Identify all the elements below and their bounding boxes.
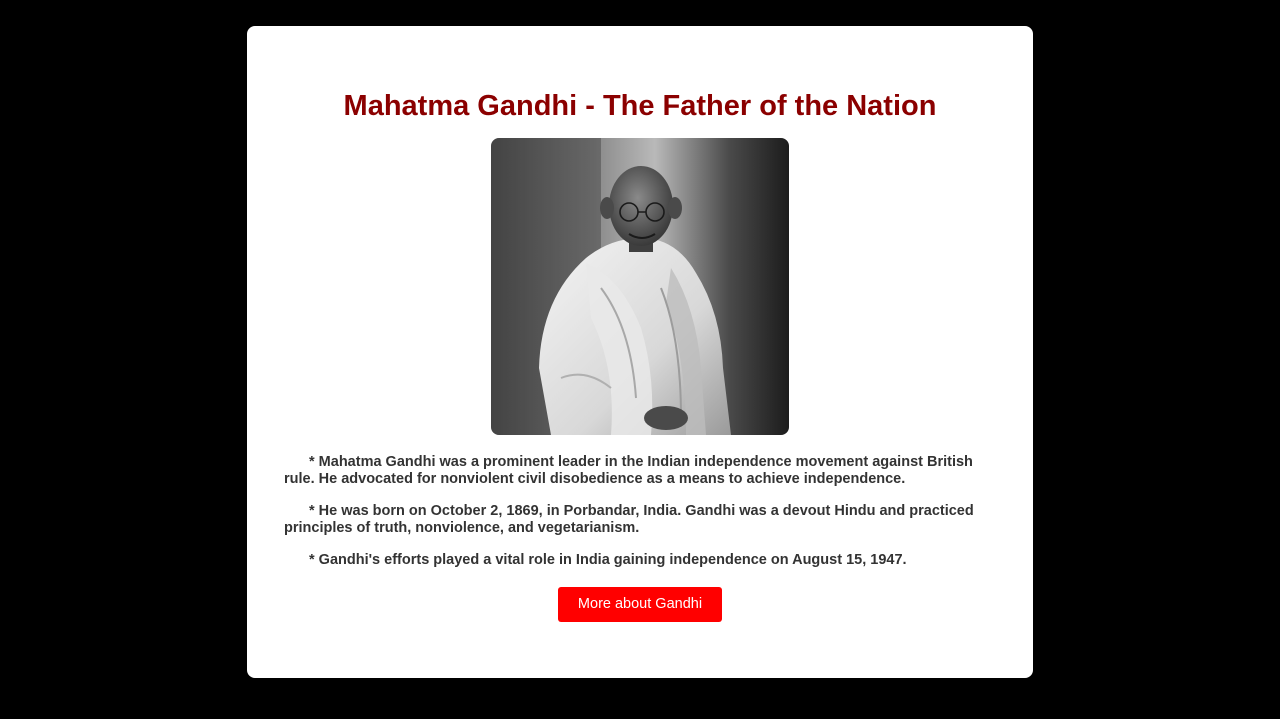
description-paragraph: * Mahatma Gandhi was a prominent leader …	[284, 454, 973, 487]
more-about-gandhi-button[interactable]: More about Gandhi	[558, 587, 722, 622]
description-paragraph: * He was born on October 2, 1869, in Por…	[284, 503, 974, 536]
content-card: Mahatma Gandhi - The Father of the Natio…	[247, 26, 1033, 678]
page-title: Mahatma Gandhi - The Father of the Natio…	[343, 90, 937, 122]
gandhi-portrait-image	[491, 138, 789, 435]
description-list: * Mahatma Gandhi was a prominent leader …	[284, 454, 1004, 585]
description-paragraph: * Gandhi's efforts played a vital role i…	[309, 552, 907, 568]
